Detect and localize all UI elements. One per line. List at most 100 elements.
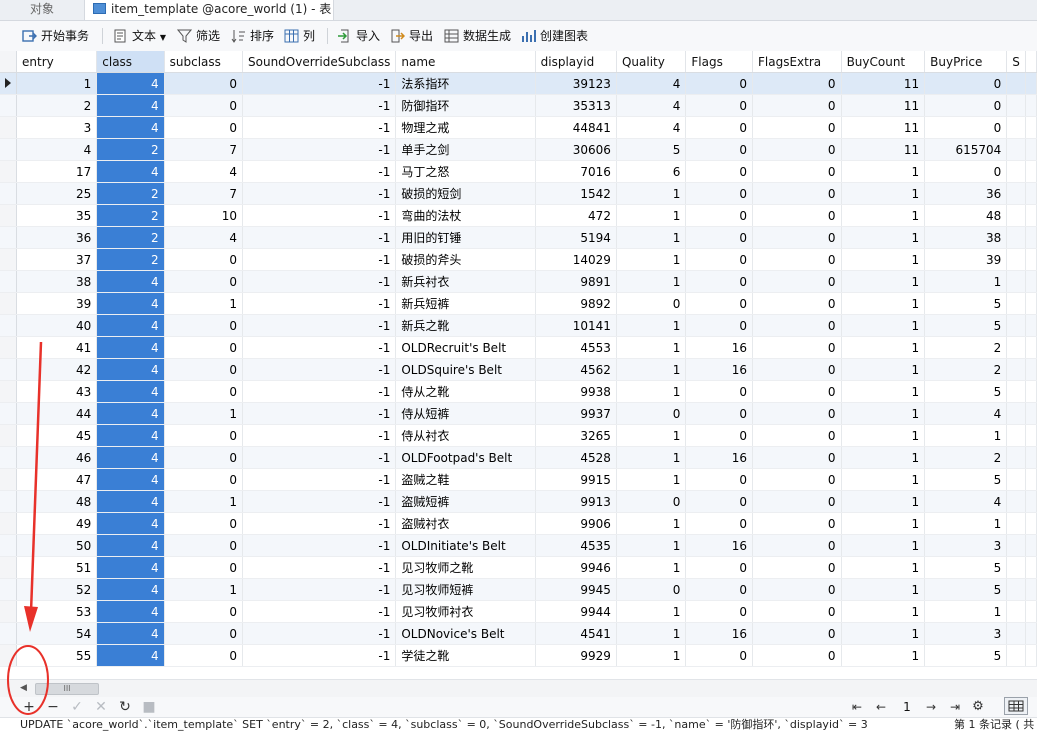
- table-cell-empty[interactable]: [1006, 490, 1026, 513]
- table-cell[interactable]: 9913: [535, 490, 617, 513]
- table-cell[interactable]: 1: [616, 204, 687, 227]
- table-cell[interactable]: 0: [685, 270, 753, 293]
- table-cell-empty[interactable]: [1006, 622, 1026, 645]
- table-cell-empty[interactable]: [1006, 138, 1026, 161]
- table-cell[interactable]: 4562: [535, 358, 617, 381]
- sort-button[interactable]: 排序: [231, 27, 274, 45]
- table-cell[interactable]: 4: [96, 380, 165, 403]
- table-cell[interactable]: 4: [96, 446, 165, 469]
- table-cell[interactable]: 1: [841, 512, 926, 535]
- table-cell[interactable]: 4: [164, 226, 244, 249]
- row-indicator[interactable]: [0, 446, 17, 469]
- table-cell[interactable]: 2: [96, 204, 165, 227]
- table-cell[interactable]: 1: [924, 270, 1008, 293]
- row-indicator[interactable]: [0, 468, 17, 491]
- table-cell[interactable]: 防御指环: [395, 94, 536, 117]
- table-cell[interactable]: 0: [924, 116, 1008, 139]
- data-generate-button[interactable]: 数据生成: [444, 27, 511, 45]
- settings-gear-icon[interactable]: ⚙: [969, 698, 987, 716]
- table-cell[interactable]: 3: [16, 116, 98, 139]
- table-cell[interactable]: 1: [616, 226, 687, 249]
- text-button[interactable]: 文本 ▼: [113, 27, 166, 45]
- table-row[interactable]: 2 4 0 -1 防御指环 35313 4 0 0 11 0: [0, 94, 1037, 117]
- table-cell[interactable]: 1: [841, 270, 926, 293]
- table-cell[interactable]: 0: [164, 446, 244, 469]
- table-cell[interactable]: 1: [841, 182, 926, 205]
- create-chart-button[interactable]: 创建图表: [521, 27, 588, 45]
- table-row[interactable]: 52 4 1 -1 见习牧师短裤 9945 0 0 0 1 5: [0, 578, 1037, 601]
- table-cell[interactable]: -1: [242, 336, 397, 359]
- discard-changes-button[interactable]: ✕: [92, 698, 110, 716]
- table-cell[interactable]: -1: [242, 182, 397, 205]
- table-cell-empty[interactable]: [1006, 292, 1026, 315]
- table-cell[interactable]: 1: [841, 314, 926, 337]
- table-cell[interactable]: 4535: [535, 534, 617, 557]
- last-page-button[interactable]: ⇥: [946, 698, 964, 716]
- column-header[interactable]: Flags: [685, 51, 753, 73]
- table-cell[interactable]: 36: [16, 226, 98, 249]
- table-cell[interactable]: 0: [752, 182, 842, 205]
- table-cell[interactable]: -1: [242, 380, 397, 403]
- table-cell[interactable]: 2: [924, 336, 1008, 359]
- table-cell[interactable]: 7016: [535, 160, 617, 183]
- row-indicator[interactable]: [0, 578, 17, 601]
- table-cell[interactable]: 1: [841, 160, 926, 183]
- table-cell[interactable]: 2: [96, 138, 165, 161]
- table-cell[interactable]: -1: [242, 578, 397, 601]
- table-cell[interactable]: 0: [685, 226, 753, 249]
- table-cell[interactable]: 1: [616, 314, 687, 337]
- table-cell[interactable]: 4: [96, 424, 165, 447]
- table-cell[interactable]: 弯曲的法杖: [395, 204, 536, 227]
- table-row[interactable]: 37 2 0 -1 破损的斧头 14029 1 0 0 1 39: [0, 248, 1037, 271]
- table-cell[interactable]: 9938: [535, 380, 617, 403]
- table-cell-empty[interactable]: [1006, 182, 1026, 205]
- table-cell[interactable]: 9937: [535, 402, 617, 425]
- table-cell[interactable]: 16: [685, 358, 753, 381]
- apply-changes-button[interactable]: ✓: [68, 698, 86, 716]
- table-cell[interactable]: 0: [752, 402, 842, 425]
- table-cell-empty[interactable]: [1006, 336, 1026, 359]
- table-cell[interactable]: 5: [924, 578, 1008, 601]
- table-cell[interactable]: 35: [16, 204, 98, 227]
- table-cell[interactable]: 40: [16, 314, 98, 337]
- table-cell[interactable]: -1: [242, 292, 397, 315]
- table-cell[interactable]: 0: [616, 402, 687, 425]
- table-cell[interactable]: 1: [841, 644, 926, 667]
- table-row[interactable]: 55 4 0 -1 学徒之靴 9929 1 0 0 1 5: [0, 644, 1037, 667]
- table-cell[interactable]: 1: [841, 204, 926, 227]
- columns-button[interactable]: 列: [284, 27, 315, 45]
- row-indicator[interactable]: [0, 292, 17, 315]
- table-cell[interactable]: 615704: [924, 138, 1008, 161]
- export-button[interactable]: 导出: [390, 27, 433, 45]
- table-cell[interactable]: 7: [164, 138, 244, 161]
- table-cell[interactable]: 0: [685, 182, 753, 205]
- row-indicator[interactable]: [0, 644, 17, 667]
- table-cell[interactable]: 4: [616, 72, 687, 95]
- table-cell[interactable]: 侍从短裤: [395, 402, 536, 425]
- tab-objects[interactable]: 对象: [0, 0, 84, 20]
- table-cell-empty[interactable]: [1006, 380, 1026, 403]
- scroll-left-icon[interactable]: ◀: [20, 683, 27, 693]
- table-cell[interactable]: 0: [752, 226, 842, 249]
- table-cell-empty[interactable]: [1006, 314, 1026, 337]
- table-cell[interactable]: 39: [16, 292, 98, 315]
- table-cell-empty[interactable]: [1006, 358, 1026, 381]
- row-indicator[interactable]: [0, 116, 17, 139]
- table-cell[interactable]: 0: [685, 402, 753, 425]
- table-row[interactable]: 50 4 0 -1 OLDInitiate's Belt 4535 1 16 0 1 3: [0, 534, 1037, 557]
- table-row[interactable]: 1 4 0 -1 法系指环 39123 4 0 0 11 0: [0, 72, 1037, 95]
- table-cell-empty[interactable]: [1006, 204, 1026, 227]
- table-row[interactable]: 36 2 4 -1 用旧的钉锤 5194 1 0 0 1 38: [0, 226, 1037, 249]
- table-cell[interactable]: 11: [841, 116, 926, 139]
- row-indicator[interactable]: [0, 424, 17, 447]
- table-cell[interactable]: 1: [616, 534, 687, 557]
- table-cell[interactable]: 0: [164, 644, 244, 667]
- table-cell[interactable]: 新兵之靴: [395, 314, 536, 337]
- table-cell[interactable]: 45: [16, 424, 98, 447]
- table-cell[interactable]: 2: [96, 248, 165, 271]
- table-cell[interactable]: 5: [616, 138, 687, 161]
- stop-icon[interactable]: ■: [140, 698, 158, 716]
- table-cell-empty[interactable]: [1006, 600, 1026, 623]
- table-cell[interactable]: 1: [164, 578, 244, 601]
- table-cell[interactable]: 0: [164, 358, 244, 381]
